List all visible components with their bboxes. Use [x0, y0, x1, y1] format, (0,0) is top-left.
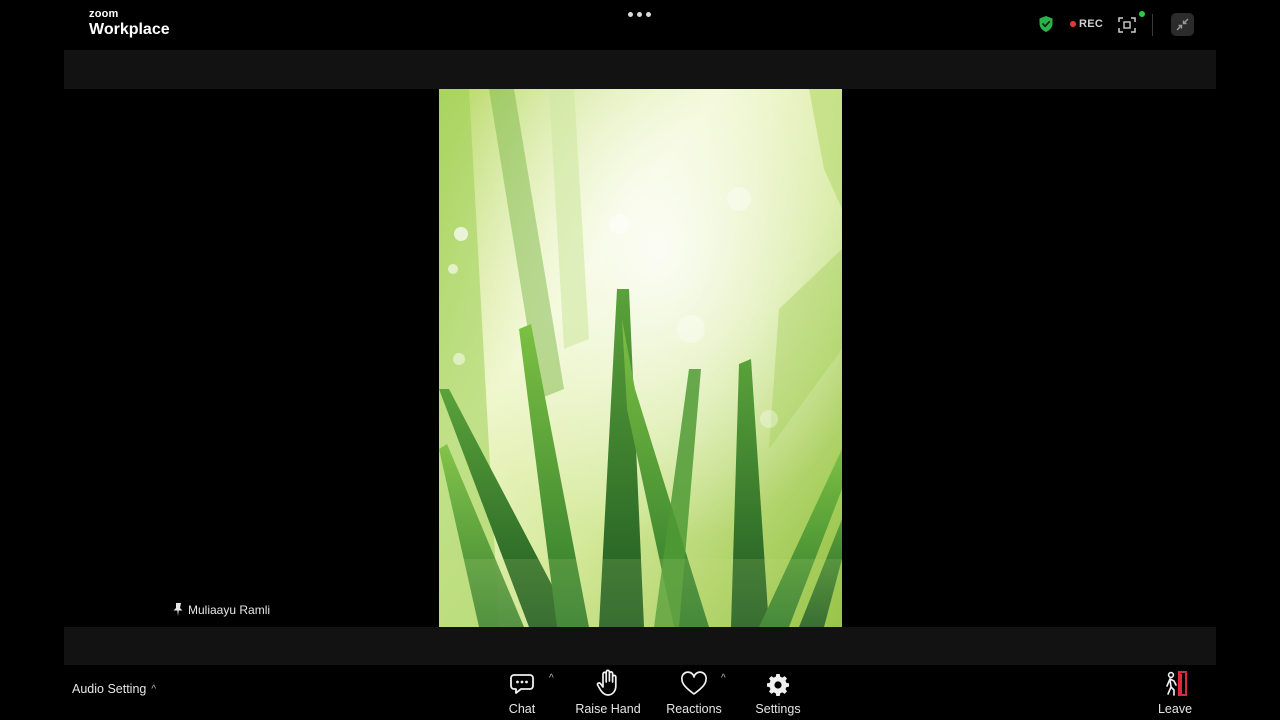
- participant-name-label: Muliaayu Ramli: [171, 602, 270, 617]
- reactions-button[interactable]: Reactions: [664, 667, 724, 716]
- raise-hand-label: Raise Hand: [575, 702, 641, 716]
- rec-label: REC: [1079, 18, 1104, 30]
- logo-small-text: zoom: [89, 8, 119, 20]
- header-divider: [1152, 14, 1153, 36]
- reactions-label: Reactions: [666, 702, 722, 716]
- security-shield-icon[interactable]: [1038, 15, 1054, 33]
- chat-label: Chat: [508, 702, 536, 716]
- reactions-options-chevron-icon[interactable]: ^: [721, 673, 726, 684]
- settings-button[interactable]: Settings: [752, 667, 804, 716]
- raise-hand-button[interactable]: Raise Hand: [574, 667, 642, 716]
- pin-icon: [173, 603, 183, 616]
- chat-button[interactable]: Chat: [504, 667, 540, 716]
- status-dot-icon: [1139, 11, 1145, 17]
- chat-options-chevron-icon[interactable]: ^: [549, 673, 554, 684]
- participant-video[interactable]: [439, 89, 842, 627]
- leave-label: Leave: [1157, 702, 1193, 716]
- more-options-icon[interactable]: [628, 10, 654, 18]
- logo-large-text: Workplace: [89, 21, 170, 38]
- recording-indicator[interactable]: REC: [1070, 18, 1103, 30]
- gear-icon: [767, 674, 789, 696]
- bottom-band: [64, 627, 1216, 665]
- exit-fullscreen-button[interactable]: [1171, 13, 1194, 36]
- heart-icon: [681, 671, 707, 695]
- leave-door-icon: [1166, 671, 1187, 696]
- top-band: [64, 50, 1216, 89]
- exit-fullscreen-icon: [1176, 18, 1189, 31]
- view-controls-icon[interactable]: [1118, 16, 1136, 34]
- participant-name: Muliaayu Ramli: [188, 602, 271, 617]
- chevron-up-icon[interactable]: ^: [151, 684, 156, 695]
- chat-icon: [510, 674, 534, 694]
- audio-setting-label: Audio Setting: [72, 682, 147, 696]
- leave-button[interactable]: Leave: [1154, 667, 1196, 716]
- settings-label: Settings: [755, 702, 801, 716]
- hand-icon: [596, 669, 617, 696]
- audio-setting-button[interactable]: Audio Setting ^: [72, 682, 156, 696]
- app-logo: zoom Workplace: [89, 9, 170, 38]
- recording-dot-icon: [1070, 21, 1076, 27]
- video-frame-image: [439, 89, 842, 627]
